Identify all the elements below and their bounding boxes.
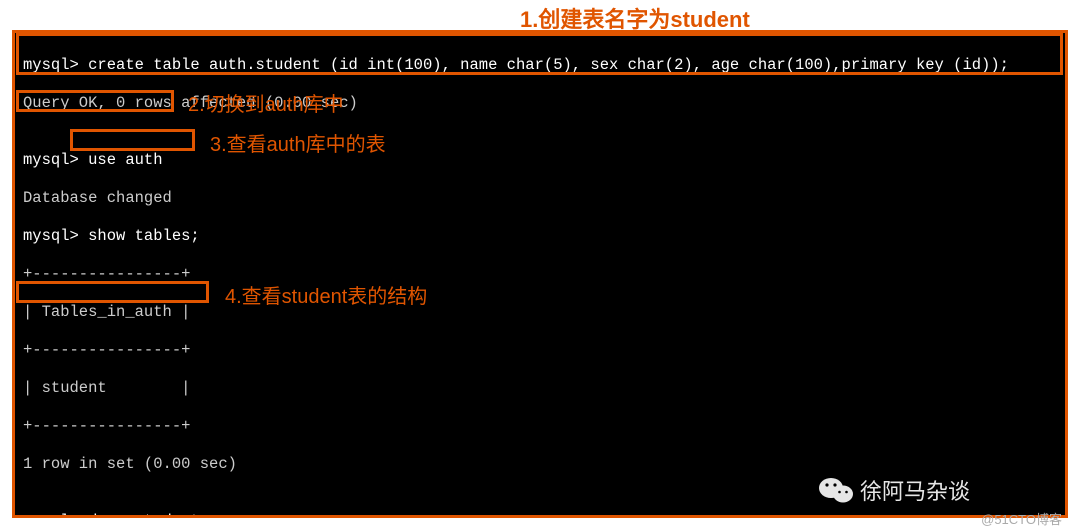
tbl-row: | student | <box>23 379 1057 398</box>
tbl-border: +----------------+ <box>23 341 1057 360</box>
tbl-border: +----------------+ <box>23 265 1057 284</box>
wechat-watermark: 徐阿马杂谈 <box>818 474 970 506</box>
prompt: mysql> <box>23 56 79 74</box>
resp-use: Database changed <box>23 189 1057 208</box>
cmd-use: use auth <box>79 151 163 169</box>
annotation-3: 3.查看auth库中的表 <box>210 128 386 157</box>
cmd-desc: desc student; <box>79 512 209 518</box>
resp-show: 1 row in set (0.00 sec) <box>23 455 1057 474</box>
tbl-header: | Tables_in_auth | <box>23 303 1057 322</box>
cmd-show: show tables; <box>79 227 200 245</box>
wechat-label: 徐阿马杂谈 <box>860 474 970 506</box>
prompt: mysql> <box>23 512 79 518</box>
annotation-4: 4.查看student表的结构 <box>225 280 427 309</box>
prompt: mysql> <box>23 151 79 169</box>
annotation-2: 2.切换到auth库中 <box>188 88 344 117</box>
resp-create: Query OK, 0 rows affected (0.00 sec) <box>23 94 1057 113</box>
prompt: mysql> <box>23 227 79 245</box>
cmd-create: create table auth.student (id int(100), … <box>79 56 1009 74</box>
wechat-icon <box>818 475 854 505</box>
terminal-window[interactable]: mysql> create table auth.student (id int… <box>12 30 1068 518</box>
tbl-border: +----------------+ <box>23 417 1057 436</box>
cto-watermark: @51CTO博客 <box>981 509 1062 528</box>
